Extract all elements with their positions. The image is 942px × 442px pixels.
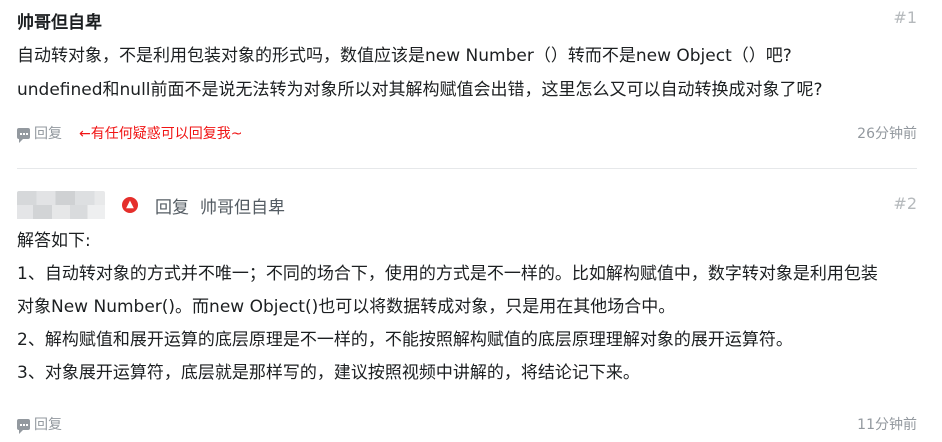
reply-label: 回复 — [34, 417, 62, 433]
comment-meta: 回复 ←有任何疑惑可以回复我~ 26分钟前 — [17, 123, 917, 143]
divider — [17, 168, 917, 169]
comment-bubble-icon — [17, 418, 30, 434]
comment-bubble-icon — [17, 127, 30, 143]
comment-line: 2、解构赋值和展开运算的底层原理是不一样的，不能按照解构赋值的底层原理理解对象的… — [17, 330, 793, 350]
comment-line: 3、对象展开运算符，底层就是那样写的，建议按照视频中讲解的，将结论记下来。 — [17, 363, 640, 383]
floor-number: #2 — [893, 194, 917, 213]
reply-hint: ←有任何疑惑可以回复我~ — [79, 126, 243, 142]
reply-header: ▲ 回复 帅哥但自卑 — [17, 190, 617, 220]
comment-author[interactable]: 帅哥但自卑 — [17, 8, 102, 33]
reply-target-user[interactable]: 帅哥但自卑 — [200, 193, 285, 218]
reply-to-label: 回复 — [155, 198, 189, 218]
flame-icon: ▲ — [122, 197, 138, 213]
comment-line: 自动转对象，不是利用包装对象的形式吗，数值应该是new Number（）转而不是… — [17, 46, 792, 66]
reply-button[interactable]: 回复 — [17, 123, 62, 143]
timestamp: 26分钟前 — [857, 126, 917, 142]
timestamp: 11分钟前 — [857, 417, 917, 433]
comment-line: 1、自动转对象的方式并不唯一；不同的场合下，使用的方式是不一样的。比如解构赋值中… — [17, 264, 878, 284]
reply-label: 回复 — [34, 126, 62, 142]
comment-line: 对象New Number()。而new Object()也可以将数据转成对象，只… — [17, 297, 676, 317]
comment-line: 解答如下: — [17, 231, 91, 251]
comment-body: 解答如下: 1、自动转对象的方式并不唯一；不同的场合下，使用的方式是不一样的。比… — [17, 225, 878, 390]
comment-meta: 回复 11分钟前 — [17, 414, 917, 434]
comment-body: 自动转对象，不是利用包装对象的形式吗，数值应该是new Number（）转而不是… — [17, 39, 823, 107]
floor-number: #1 — [893, 8, 917, 27]
reply-button[interactable]: 回复 — [17, 414, 62, 434]
comment-line: undefined和null前面不是说无法转为对象所以对其解构赋值会出错，这里怎… — [17, 80, 823, 100]
avatar[interactable] — [17, 191, 105, 219]
